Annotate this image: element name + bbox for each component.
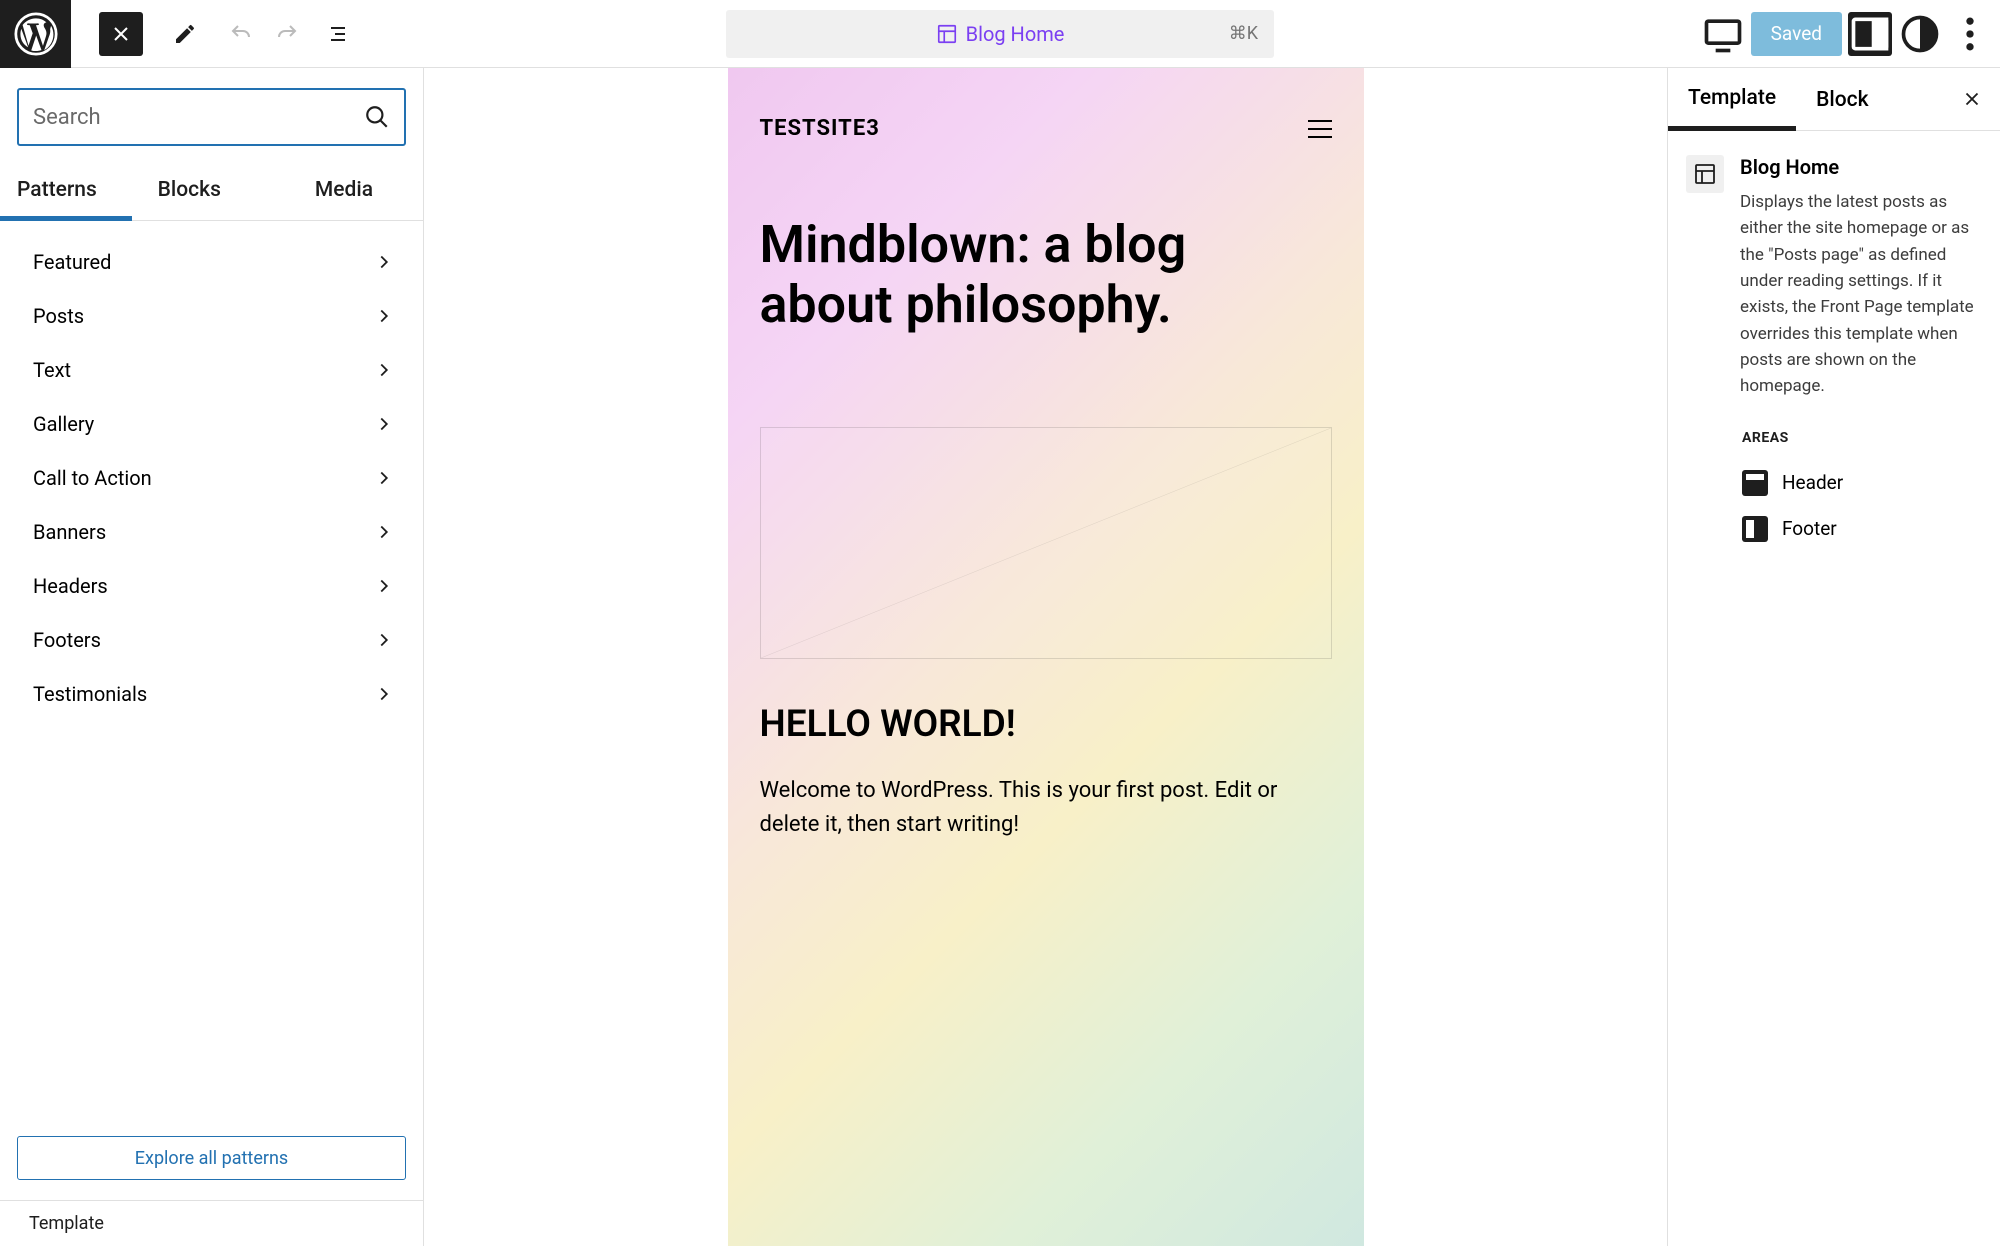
edit-tool-button[interactable] [163,12,207,56]
editor-canvas[interactable]: TESTSITE3 Mindblown: a blog about philos… [424,68,1667,1246]
search-icon [364,104,390,130]
category-footers[interactable]: Footers [0,613,423,667]
category-gallery[interactable]: Gallery [0,397,423,451]
category-testimonials[interactable]: Testimonials [0,667,423,721]
wordpress-logo[interactable] [0,0,71,68]
styles-button[interactable] [1898,12,1942,56]
category-headers[interactable]: Headers [0,559,423,613]
category-cta[interactable]: Call to Action [0,451,423,505]
top-toolbar: Blog Home ⌘K Saved [0,0,2000,68]
template-icon [1686,155,1724,193]
template-description: Displays the latest posts as either the … [1740,189,1982,400]
close-inserter-button[interactable] [99,12,143,56]
area-header[interactable]: Header [1686,460,1982,506]
area-footer[interactable]: Footer [1686,506,1982,552]
search-box [17,88,406,146]
header-area-icon [1742,470,1768,496]
command-shortcut: ⌘K [1229,23,1258,44]
inserter-panel: Patterns Blocks Media Featured Posts Tex… [0,68,424,1246]
view-button[interactable] [1701,12,1745,56]
featured-image-placeholder[interactable] [760,427,1332,659]
post-title[interactable]: HELLO WORLD! [760,703,1332,746]
close-settings-button[interactable] [1956,83,1988,115]
document-title-bar[interactable]: Blog Home ⌘K [726,10,1274,58]
settings-panel-toggle[interactable] [1848,12,1892,56]
category-text[interactable]: Text [0,343,423,397]
breadcrumb[interactable]: Template [0,1200,423,1246]
settings-panel: Template Block Blog Home Displays the la… [1667,68,2000,1246]
tab-template[interactable]: Template [1668,68,1796,131]
blog-heading[interactable]: Mindblown: a blog about philosophy. [760,215,1332,335]
tab-media[interactable]: Media [247,164,423,220]
tab-block[interactable]: Block [1796,70,1888,128]
document-title: Blog Home [966,22,1065,46]
pattern-category-list: Featured Posts Text Gallery Call to Acti… [0,221,423,1136]
saved-button[interactable]: Saved [1751,12,1842,56]
tab-blocks[interactable]: Blocks [132,164,247,220]
site-title[interactable]: TESTSITE3 [760,116,880,141]
category-posts[interactable]: Posts [0,289,423,343]
inserter-tabs: Patterns Blocks Media [0,164,423,221]
category-featured[interactable]: Featured [0,235,423,289]
undo-button[interactable] [219,12,263,56]
explore-patterns-button[interactable]: Explore all patterns [17,1136,406,1180]
redo-button[interactable] [265,12,309,56]
options-menu-button[interactable] [1948,12,1992,56]
footer-area-icon [1742,516,1768,542]
search-input[interactable] [33,105,364,130]
areas-label: AREAS [1742,430,1982,446]
template-name: Blog Home [1740,155,1982,179]
nav-menu-icon[interactable] [1308,120,1332,138]
category-banners[interactable]: Banners [0,505,423,559]
tab-patterns[interactable]: Patterns [0,164,132,221]
list-view-button[interactable] [315,12,359,56]
post-body[interactable]: Welcome to WordPress. This is your first… [760,774,1332,842]
template-icon [936,23,958,45]
